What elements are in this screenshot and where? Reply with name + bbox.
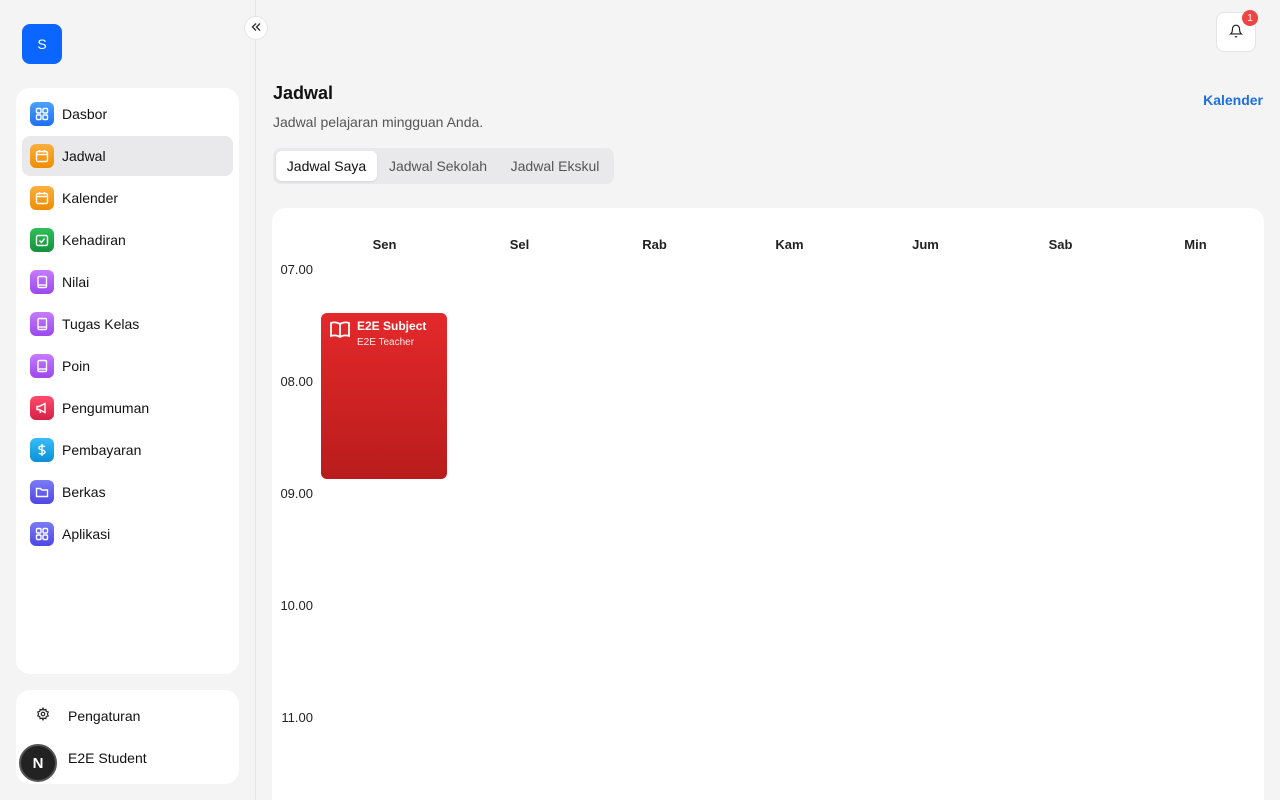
day-header-kam: Kam	[775, 237, 804, 252]
time-label: 07.00	[280, 262, 313, 277]
sidebar-item-pengumuman[interactable]: Pengumuman	[22, 388, 233, 428]
logo-letter: S	[37, 36, 47, 52]
time-label: 10.00	[280, 598, 313, 613]
day-header-sen: Sen	[372, 237, 397, 252]
sidebar-item-poin[interactable]: Poin	[22, 346, 233, 386]
apps-grid-icon	[30, 522, 54, 546]
sidebar-nav: Dasbor Jadwal Kalender Kehadiran Nilai T…	[16, 88, 239, 674]
book-icon	[30, 312, 54, 336]
book-icon	[30, 354, 54, 378]
time-label: 09.00	[280, 486, 313, 501]
time-label: 11.00	[281, 710, 313, 725]
notification-badge: 1	[1242, 10, 1258, 26]
event-teacher: E2E Teacher	[357, 337, 415, 348]
sidebar-item-aplikasi[interactable]: Aplikasi	[22, 514, 233, 554]
gear-icon	[36, 706, 50, 726]
schedule-event[interactable]: E2E Subject E2E Teacher	[321, 313, 447, 479]
sidebar-item-kalender[interactable]: Kalender	[22, 178, 233, 218]
weekly-schedule: Sen Sel Rab Kam Jum Sab Min 07.00 08.00 …	[272, 208, 1264, 800]
day-header-sab: Sab	[1048, 237, 1073, 252]
sidebar-item-label: Berkas	[62, 484, 106, 500]
book-icon	[30, 270, 54, 294]
user-name: E2E Student	[68, 750, 147, 766]
day-header-min: Min	[1184, 237, 1207, 252]
day-header-rab: Rab	[642, 237, 667, 252]
settings-label: Pengaturan	[68, 708, 141, 724]
tab-jadwal-sekolah[interactable]: Jadwal Sekolah	[377, 151, 499, 181]
sidebar-item-kehadiran[interactable]: Kehadiran	[22, 220, 233, 260]
sidebar-item-label: Poin	[62, 358, 91, 374]
calendar-icon	[30, 144, 54, 168]
sidebar-item-label: Tugas Kelas	[62, 316, 140, 332]
sidebar-item-jadwal[interactable]: Jadwal	[22, 136, 233, 176]
sidebar-item-label: Nilai	[62, 274, 90, 290]
avatar-letter: N	[32, 754, 44, 772]
page-subtitle: Jadwal pelajaran mingguan Anda.	[273, 114, 484, 130]
time-label: 08.00	[280, 374, 313, 389]
dollar-icon	[30, 438, 54, 462]
sidebar-item-label: Aplikasi	[62, 526, 111, 542]
event-subject: E2E Subject	[357, 319, 427, 333]
sidebar-item-berkas[interactable]: Berkas	[22, 472, 233, 512]
sidebar-item-label: Kalender	[62, 190, 119, 206]
page-title: Jadwal	[273, 83, 334, 103]
megaphone-icon	[30, 396, 54, 420]
open-book-icon	[329, 320, 351, 345]
tab-jadwal-saya[interactable]: Jadwal Saya	[276, 151, 377, 181]
sidebar: S Dasbor Jadwal Kalender Kehadiran Nilai…	[0, 0, 256, 800]
sidebar-item-label: Kehadiran	[62, 232, 126, 248]
sidebar-item-label: Jadwal	[62, 148, 106, 164]
attendance-check-icon	[30, 228, 54, 252]
bell-icon	[1228, 24, 1244, 41]
folder-icon	[30, 480, 54, 504]
schedule-tabs: Jadwal Saya Jadwal Sekolah Jadwal Ekskul	[273, 148, 614, 184]
calendar-link[interactable]: Kalender	[1203, 92, 1263, 108]
sidebar-item-label: Dasbor	[62, 106, 108, 122]
collapse-sidebar-button[interactable]	[244, 16, 268, 40]
tab-jadwal-ekskul[interactable]: Jadwal Ekskul	[499, 151, 611, 181]
sidebar-item-label: Pengumuman	[62, 400, 150, 416]
day-header-sel: Sel	[509, 237, 530, 252]
day-header-jum: Jum	[912, 237, 939, 252]
sidebar-item-dasbor[interactable]: Dasbor	[22, 94, 233, 134]
chevrons-left-icon	[250, 21, 262, 36]
sidebar-item-label: Pembayaran	[62, 442, 142, 458]
sidebar-item-tugas-kelas[interactable]: Tugas Kelas	[22, 304, 233, 344]
app-logo[interactable]: S	[22, 24, 62, 64]
sidebar-item-pembayaran[interactable]: Pembayaran	[22, 430, 233, 470]
avatar[interactable]: N	[19, 744, 57, 782]
settings-item[interactable]: Pengaturan	[22, 695, 233, 737]
calendar-icon	[30, 186, 54, 210]
sidebar-item-nilai[interactable]: Nilai	[22, 262, 233, 302]
dashboard-icon	[30, 102, 54, 126]
